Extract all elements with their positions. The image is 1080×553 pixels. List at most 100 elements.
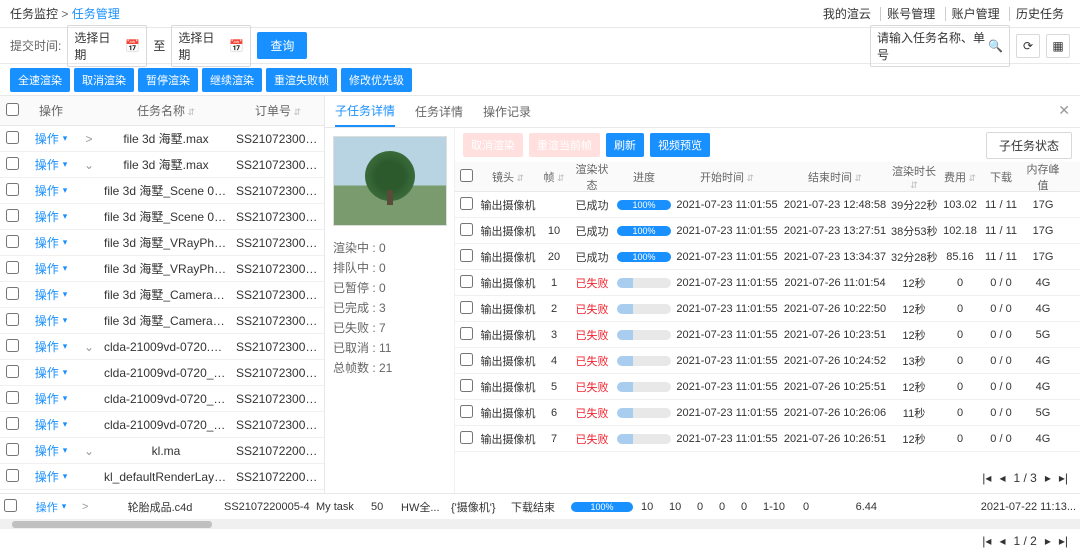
grid-view-icon[interactable]: ▦ bbox=[1046, 34, 1070, 58]
main-pager-last-icon[interactable]: ▸| bbox=[1059, 534, 1068, 548]
subtask-row[interactable]: 输出摄像机 4 已失败 2021-07-23 11:01:55 2021-07-… bbox=[455, 348, 1080, 374]
row-op[interactable]: 操作 bbox=[24, 390, 78, 407]
action-3[interactable]: 继续渲染 bbox=[202, 68, 262, 92]
row-op[interactable]: 操作 bbox=[24, 182, 78, 199]
row-op[interactable]: 操作 bbox=[24, 234, 78, 251]
tab-subtask-detail[interactable]: 子任务详情 bbox=[335, 96, 395, 127]
table-row[interactable]: 操作 file 3d 海墅_Scene 002_GZ... SS21072300… bbox=[0, 178, 324, 204]
pager-first-icon[interactable]: |◂ bbox=[982, 471, 991, 485]
subrow-checkbox[interactable] bbox=[460, 431, 473, 444]
subtask-row[interactable]: 输出摄像机 20 已成功 100% 2021-07-23 11:01:55 20… bbox=[455, 244, 1080, 270]
row-op[interactable]: 操作 bbox=[24, 208, 78, 225]
subtask-row[interactable]: 输出摄像机 7 已失败 2021-07-23 11:01:55 2021-07-… bbox=[455, 426, 1080, 452]
subrow-checkbox[interactable] bbox=[460, 301, 473, 314]
main-pager-prev-icon[interactable]: ◂ bbox=[999, 534, 1005, 548]
cancel-render-button[interactable]: 取消渲染 bbox=[463, 133, 523, 157]
expand-icon[interactable]: ⌄ bbox=[78, 158, 100, 172]
subrow-checkbox[interactable] bbox=[460, 327, 473, 340]
subrow-checkbox[interactable] bbox=[460, 353, 473, 366]
subtask-row[interactable]: 输出摄像机 2 已失败 2021-07-23 11:01:55 2021-07-… bbox=[455, 296, 1080, 322]
search-input[interactable]: 请输入任务名称、单号🔍 bbox=[870, 25, 1010, 67]
subrow-checkbox[interactable] bbox=[460, 379, 473, 392]
link-history[interactable]: 历史任务 bbox=[1009, 7, 1070, 21]
col-cost[interactable]: 费用 bbox=[939, 169, 981, 185]
rerender-frame-button[interactable]: 重渲当前帧 bbox=[529, 133, 600, 157]
table-row[interactable]: 操作 file 3d 海墅_Camera001_G... SS210723000… bbox=[0, 282, 324, 308]
expand-icon[interactable]: ⌄ bbox=[78, 444, 100, 458]
summary-op[interactable]: 操作 bbox=[24, 499, 78, 515]
refresh-icon[interactable]: ⟳ bbox=[1016, 34, 1040, 58]
action-1[interactable]: 取消渲染 bbox=[74, 68, 134, 92]
table-row[interactable]: 操作 file 3d 海墅_VRayPhysical... SS21072300… bbox=[0, 230, 324, 256]
tab-operation-log[interactable]: 操作记录 bbox=[483, 97, 531, 126]
row-checkbox[interactable] bbox=[6, 157, 19, 170]
row-checkbox[interactable] bbox=[6, 261, 19, 274]
row-op[interactable]: 操作 bbox=[24, 130, 78, 147]
action-0[interactable]: 全速渲染 bbox=[10, 68, 70, 92]
action-4[interactable]: 重渲失败帧 bbox=[266, 68, 337, 92]
subrow-checkbox[interactable] bbox=[460, 275, 473, 288]
row-op[interactable]: 操作 bbox=[24, 442, 78, 459]
pager-last-icon[interactable]: ▸| bbox=[1059, 471, 1068, 485]
subtask-row[interactable]: 输出摄像机 5 已失败 2021-07-23 11:01:55 2021-07-… bbox=[455, 374, 1080, 400]
row-op[interactable]: 操作 bbox=[24, 260, 78, 277]
subtask-row[interactable]: 输出摄像机 已成功 100% 2021-07-23 11:01:55 2021-… bbox=[455, 192, 1080, 218]
table-row[interactable]: 操作 clda-21009vd-0720_输出摄... SS2107230006… bbox=[0, 412, 324, 438]
link-myxrender[interactable]: 我的渲云 bbox=[817, 7, 877, 21]
table-row[interactable]: 操作 file 3d 海墅_Scene 002.max SS2107230006… bbox=[0, 204, 324, 230]
row-op[interactable]: 操作 bbox=[24, 156, 78, 173]
subtask-row[interactable]: 输出摄像机 10 已成功 100% 2021-07-23 11:01:55 20… bbox=[455, 218, 1080, 244]
table-row[interactable]: 操作 clda-21009vd-0720_摄像机... SS2107230006… bbox=[0, 386, 324, 412]
table-row[interactable]: 操作 file 3d 海墅_Camera001.m... SS210723000… bbox=[0, 308, 324, 334]
summary-expand-icon[interactable]: > bbox=[78, 501, 100, 513]
row-op[interactable]: 操作 bbox=[24, 312, 78, 329]
main-pager-first-icon[interactable]: |◂ bbox=[982, 534, 991, 548]
action-5[interactable]: 修改优先级 bbox=[341, 68, 412, 92]
row-checkbox[interactable] bbox=[6, 235, 19, 248]
select-all-checkbox[interactable] bbox=[6, 103, 19, 116]
action-2[interactable]: 暂停渲染 bbox=[138, 68, 198, 92]
subrow-checkbox[interactable] bbox=[460, 197, 473, 210]
subtask-row[interactable]: 输出摄像机 6 已失败 2021-07-23 11:01:55 2021-07-… bbox=[455, 400, 1080, 426]
main-pager-next-icon[interactable]: ▸ bbox=[1045, 534, 1051, 548]
query-button[interactable]: 查询 bbox=[257, 32, 307, 59]
horizontal-scrollbar[interactable] bbox=[0, 519, 1080, 529]
row-checkbox[interactable] bbox=[6, 365, 19, 378]
col-order[interactable]: 订单号 bbox=[232, 102, 324, 119]
col-start[interactable]: 开始时间 bbox=[673, 169, 781, 185]
row-checkbox[interactable] bbox=[6, 313, 19, 326]
row-checkbox[interactable] bbox=[6, 443, 19, 456]
table-row[interactable]: 操作 file 3d 海墅_VRayPhysical... SS21072300… bbox=[0, 256, 324, 282]
row-checkbox[interactable] bbox=[6, 339, 19, 352]
subtask-status-button[interactable]: 子任务状态 bbox=[986, 132, 1072, 159]
col-camera[interactable]: 镜头 bbox=[477, 169, 539, 185]
link-billing[interactable]: 账户管理 bbox=[945, 7, 1006, 21]
link-account[interactable]: 账号管理 bbox=[880, 7, 941, 21]
subrow-checkbox[interactable] bbox=[460, 223, 473, 236]
date-from-input[interactable]: 选择日期📅 bbox=[67, 25, 147, 67]
table-row[interactable]: 操作 kl_defaultRenderLayer.ma SS2107220017… bbox=[0, 464, 324, 490]
row-checkbox[interactable] bbox=[6, 287, 19, 300]
table-row[interactable]: 操作 ⌄ file 3d 海墅.max SS21072300062... bbox=[0, 152, 324, 178]
table-row[interactable]: 操作 ⌄ kl.ma SS21072200178... bbox=[0, 438, 324, 464]
summary-checkbox[interactable] bbox=[4, 499, 17, 512]
row-op[interactable]: 操作 bbox=[24, 468, 78, 485]
row-checkbox[interactable] bbox=[6, 391, 19, 404]
row-checkbox[interactable] bbox=[6, 209, 19, 222]
table-row[interactable]: 操作 > file 3d 海墅.max SS21072300062... bbox=[0, 126, 324, 152]
date-to-input[interactable]: 选择日期📅 bbox=[171, 25, 251, 67]
table-row[interactable]: 操作 ⌄ clda-21009vd-0720.c4d SS21072300062… bbox=[0, 334, 324, 360]
table-row[interactable]: 操作 clda-21009vd-0720_UV输... SS2107230006… bbox=[0, 360, 324, 386]
row-checkbox[interactable] bbox=[6, 183, 19, 196]
expand-icon[interactable]: > bbox=[78, 132, 100, 146]
col-name[interactable]: 任务名称 bbox=[100, 102, 232, 119]
row-op[interactable]: 操作 bbox=[24, 286, 78, 303]
expand-icon[interactable]: ⌄ bbox=[78, 340, 100, 354]
row-checkbox[interactable] bbox=[6, 417, 19, 430]
col-end[interactable]: 结束时间 bbox=[781, 169, 889, 185]
subtask-row[interactable]: 输出摄像机 3 已失败 2021-07-23 11:01:55 2021-07-… bbox=[455, 322, 1080, 348]
pager-next-icon[interactable]: ▸ bbox=[1045, 471, 1051, 485]
row-op[interactable]: 操作 bbox=[24, 338, 78, 355]
table-row[interactable]: 操作 kl_defaultRenderLayer1.ma SS210722001… bbox=[0, 490, 324, 493]
breadcrumb-root[interactable]: 任务监控 bbox=[10, 7, 58, 21]
